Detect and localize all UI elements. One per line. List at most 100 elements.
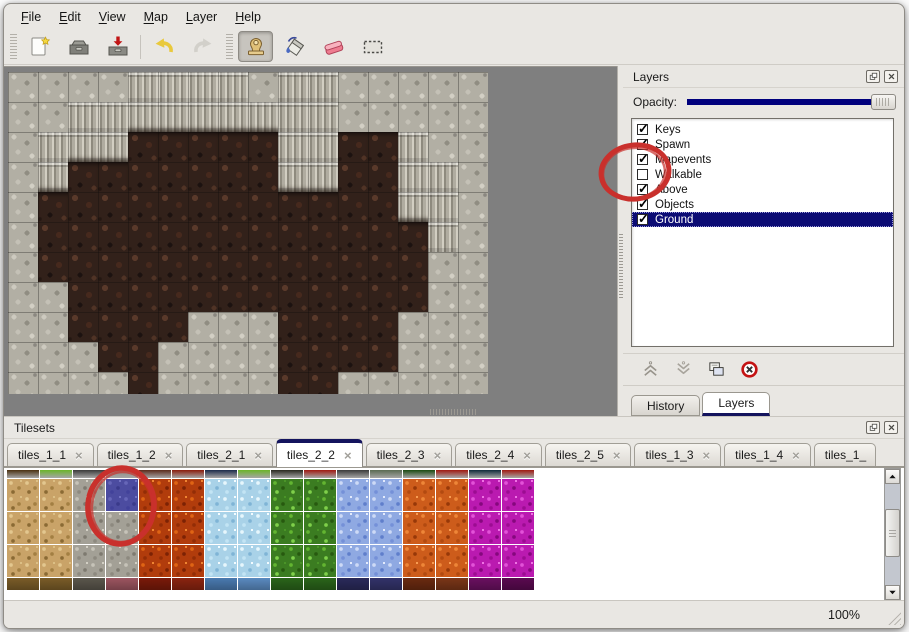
map-tile-cliff[interactable] <box>428 162 458 192</box>
palette-tile-gray[interactable] <box>73 545 105 577</box>
palette-tile-magenta[interactable] <box>469 545 501 577</box>
tileset-palette[interactable] <box>7 470 534 590</box>
palette-tile-partial[interactable] <box>502 470 534 478</box>
opacity-slider[interactable] <box>687 94 896 110</box>
map-tile-rock[interactable] <box>8 162 38 192</box>
map-tile-rock[interactable] <box>158 372 188 394</box>
palette-tile-ice[interactable] <box>238 479 270 511</box>
map-tile-floor[interactable] <box>338 342 368 372</box>
map-tile-floor[interactable] <box>308 252 338 282</box>
palette-tile-green[interactable] <box>304 479 336 511</box>
layer-visibility-checkbox[interactable] <box>637 169 648 180</box>
float-panel-icon[interactable] <box>866 421 880 434</box>
map-tile-rock[interactable] <box>98 72 128 102</box>
map-tile-floor[interactable] <box>308 282 338 312</box>
map-tile-cliff[interactable] <box>308 72 338 102</box>
redo-tool-icon[interactable] <box>185 31 220 62</box>
palette-tile-partial[interactable] <box>370 578 402 590</box>
palette-tile-partial[interactable] <box>238 578 270 590</box>
duplicate-layer-icon[interactable] <box>705 359 727 381</box>
map-tile-floor[interactable] <box>128 252 158 282</box>
map-tile-floor[interactable] <box>368 192 398 222</box>
menu-item-layer[interactable]: Layer <box>177 6 226 28</box>
map-tile-floor[interactable] <box>398 222 428 252</box>
map-tile-rock[interactable] <box>68 342 98 372</box>
palette-tile-lava[interactable] <box>139 479 171 511</box>
palette-tile-gray[interactable] <box>73 512 105 544</box>
map-tile-rock[interactable] <box>458 372 488 394</box>
map-tile-cliff[interactable] <box>278 132 308 162</box>
tileset-tab-tiles_2_2[interactable]: tiles_2_2× <box>276 439 363 467</box>
layer-visibility-checkbox[interactable] <box>637 214 648 225</box>
toolbar-drag-handle[interactable] <box>226 34 233 60</box>
lower-layer-icon[interactable] <box>672 359 694 381</box>
map-tile-rock[interactable] <box>458 252 488 282</box>
palette-tile-green[interactable] <box>271 512 303 544</box>
palette-tile-partial[interactable] <box>403 578 435 590</box>
map-tile-rock[interactable] <box>188 372 218 394</box>
palette-tile-partial[interactable] <box>271 578 303 590</box>
map-tile-floor[interactable] <box>68 252 98 282</box>
palette-tile-tan[interactable] <box>7 545 39 577</box>
map-tile-cliff[interactable] <box>278 102 308 132</box>
map-tile-floor[interactable] <box>98 192 128 222</box>
map-tile-floor[interactable] <box>218 162 248 192</box>
map-tile-floor[interactable] <box>68 282 98 312</box>
map-tile-floor[interactable] <box>128 192 158 222</box>
map-tile-rock[interactable] <box>8 192 38 222</box>
map-canvas-viewport[interactable] <box>4 66 617 416</box>
palette-tile-gray[interactable] <box>106 512 138 544</box>
map-tile-rock[interactable] <box>8 282 38 312</box>
map-tile-floor[interactable] <box>278 342 308 372</box>
map-tile-floor[interactable] <box>188 282 218 312</box>
close-tab-icon[interactable]: × <box>75 448 83 463</box>
palette-tile-green[interactable] <box>271 479 303 511</box>
palette-tile-peri[interactable] <box>370 479 402 511</box>
palette-tile-partial[interactable] <box>469 470 501 478</box>
scrollbar-thumb[interactable] <box>885 509 900 557</box>
close-panel-icon[interactable] <box>884 70 898 83</box>
map-tile-floor[interactable] <box>128 162 158 192</box>
map-tile-rock[interactable] <box>158 342 188 372</box>
dock-tab-history[interactable]: History <box>631 395 700 416</box>
palette-tile-gray[interactable] <box>106 545 138 577</box>
layer-visibility-checkbox[interactable] <box>637 199 648 210</box>
open-tool-icon[interactable] <box>61 31 96 62</box>
map-tile-floor[interactable] <box>398 282 428 312</box>
map-tile-rock[interactable] <box>248 372 278 394</box>
map-tile-floor[interactable] <box>158 162 188 192</box>
map-tile-rock[interactable] <box>38 342 68 372</box>
map-tile-rock[interactable] <box>398 342 428 372</box>
map-tile-rock[interactable] <box>68 372 98 394</box>
palette-tile-partial[interactable] <box>436 470 468 478</box>
map-tile-rock[interactable] <box>248 342 278 372</box>
layer-row-walkable[interactable]: Walkable <box>632 167 893 182</box>
palette-tile-tan[interactable] <box>40 512 72 544</box>
palette-tile-partial[interactable] <box>7 578 39 590</box>
map-tile-rock[interactable] <box>458 282 488 312</box>
map-tile-floor[interactable] <box>128 312 158 342</box>
stamp-tool-icon[interactable] <box>238 31 273 62</box>
map-tile-floor[interactable] <box>128 222 158 252</box>
palette-tile-tan[interactable] <box>7 479 39 511</box>
tileset-tab-tiles_1[interactable]: tiles_1_× <box>814 443 876 466</box>
map-tile-rock[interactable] <box>428 312 458 342</box>
map-tile-floor[interactable] <box>308 342 338 372</box>
palette-tile-partial[interactable] <box>73 578 105 590</box>
palette-tile-lava[interactable] <box>139 545 171 577</box>
tileset-tab-tiles_2_3[interactable]: tiles_2_3× <box>366 443 453 466</box>
palette-tile-ice[interactable] <box>205 479 237 511</box>
layer-row-above[interactable]: Above <box>632 182 893 197</box>
map-tile-floor[interactable] <box>188 192 218 222</box>
palette-tile-partial[interactable] <box>370 470 402 478</box>
save-tool-icon[interactable] <box>100 31 135 62</box>
map-tile-cliff[interactable] <box>248 102 278 132</box>
palette-tile-partial[interactable] <box>40 470 72 478</box>
palette-tile-partial[interactable] <box>73 470 105 478</box>
map-tile-floor[interactable] <box>218 192 248 222</box>
raise-layer-icon[interactable] <box>639 359 661 381</box>
palette-tile-green[interactable] <box>304 545 336 577</box>
map-tile-floor[interactable] <box>38 252 68 282</box>
palette-tile-selected[interactable] <box>106 479 138 511</box>
select-tool-icon[interactable] <box>355 31 390 62</box>
